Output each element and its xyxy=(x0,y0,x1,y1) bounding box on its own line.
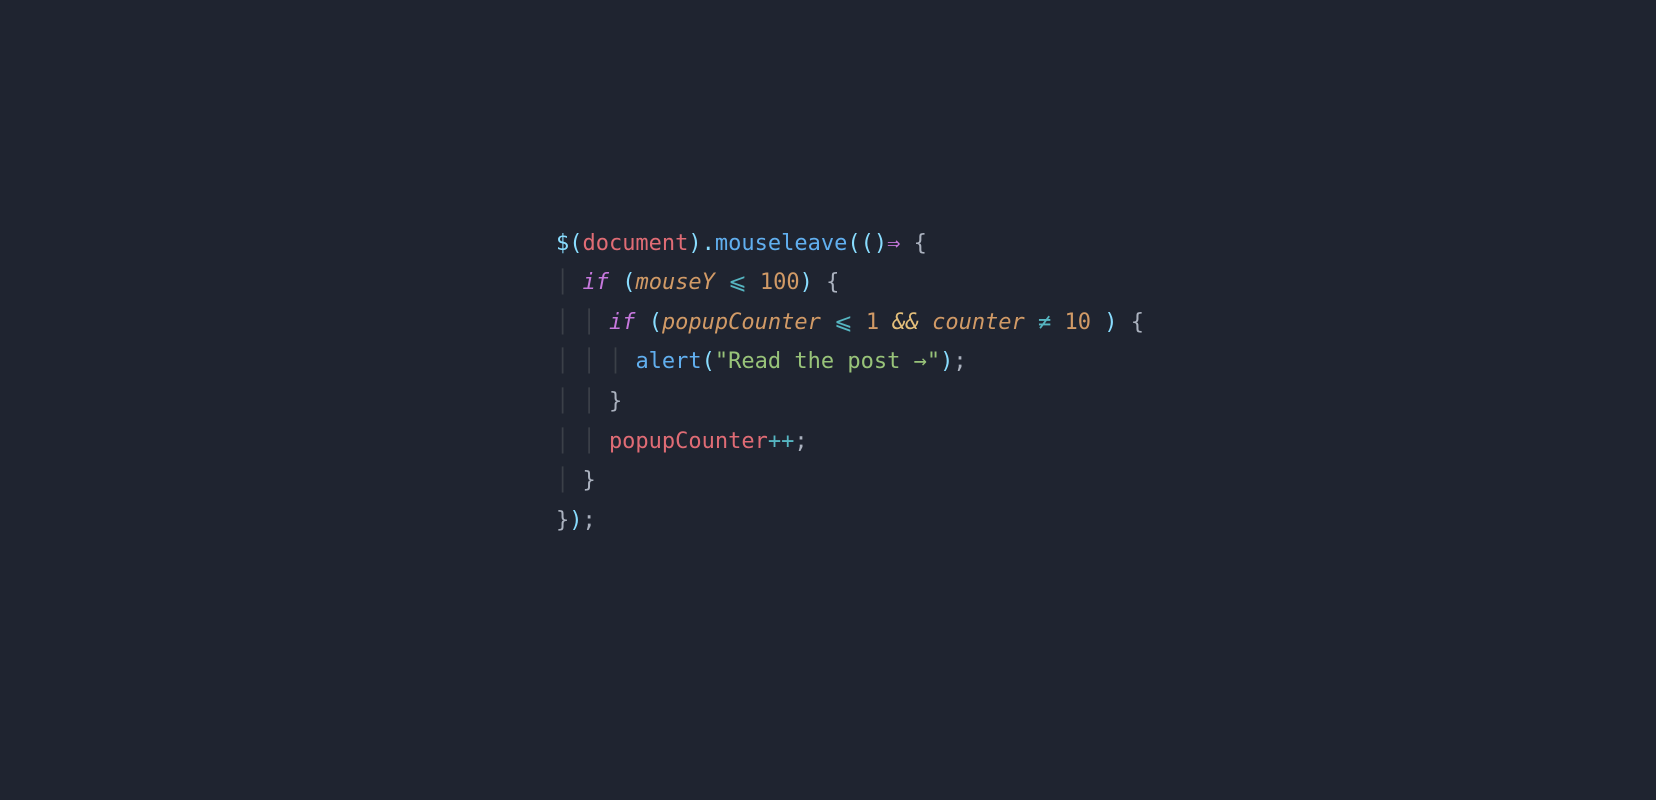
paren-close: ) xyxy=(874,231,887,256)
operator-neq: ≠ xyxy=(1038,310,1051,335)
string-literal: "Read the post →" xyxy=(715,349,940,374)
code-line-5: │ │ } xyxy=(556,389,622,414)
paren-close: ) xyxy=(800,270,813,295)
curly-open: { xyxy=(914,231,927,256)
paren-close: ) xyxy=(1104,310,1117,335)
indent-guide: │ xyxy=(556,468,583,493)
operator-increment: ++ xyxy=(768,429,795,454)
curly-close: } xyxy=(556,508,569,533)
code-line-4: │ │ │ alert("Read the post →"); xyxy=(556,349,967,374)
number-literal: 10 xyxy=(1065,310,1092,335)
function-alert: alert xyxy=(635,349,701,374)
identifier-mouseY: mouseY xyxy=(635,270,714,295)
curly-open: { xyxy=(1131,310,1144,335)
method-mouseleave: mouseleave xyxy=(715,231,847,256)
paren-open: ( xyxy=(861,231,874,256)
paren-open: ( xyxy=(649,310,662,335)
dollar-sign: $ xyxy=(556,231,569,256)
keyword-if: if xyxy=(609,310,636,335)
identifier-counter: counter xyxy=(932,310,1025,335)
indent-guide: │ │ xyxy=(556,310,609,335)
arrow-token: ⇒ xyxy=(887,231,900,256)
number-literal: 1 xyxy=(866,310,879,335)
code-line-7: │ } xyxy=(556,468,596,493)
curly-open: { xyxy=(826,270,839,295)
paren-open: ( xyxy=(847,231,860,256)
identifier-document: document xyxy=(582,231,688,256)
curly-close: } xyxy=(582,468,595,493)
operator-and: && xyxy=(892,310,919,335)
operator-lte: ⩽ xyxy=(834,310,852,335)
paren-open: ( xyxy=(569,231,582,256)
indent-guide: │ xyxy=(556,270,583,295)
paren-open: ( xyxy=(702,349,715,374)
keyword-if: if xyxy=(582,270,609,295)
paren-open: ( xyxy=(622,270,635,295)
identifier-popupCounter: popupCounter xyxy=(662,310,821,335)
paren-close: ) xyxy=(569,508,582,533)
code-snippet: $(document).mouseleave(()⇒ { │ if (mouse… xyxy=(556,224,1144,541)
number-literal: 100 xyxy=(760,270,800,295)
dot: . xyxy=(702,231,715,256)
semicolon: ; xyxy=(582,508,595,533)
paren-close: ) xyxy=(688,231,701,256)
code-line-2: │ if (mouseY ⩽ 100) { xyxy=(556,270,839,295)
code-line-3: │ │ if (popupCounter ⩽ 1 && counter ≠ 10… xyxy=(556,310,1144,335)
indent-guide: │ │ xyxy=(556,429,609,454)
code-line-8: }); xyxy=(556,508,596,533)
identifier-popupCounter: popupCounter xyxy=(609,429,768,454)
indent-guide: │ │ │ xyxy=(556,349,635,374)
semicolon: ; xyxy=(953,349,966,374)
semicolon: ; xyxy=(794,429,807,454)
code-line-1: $(document).mouseleave(()⇒ { xyxy=(556,231,927,256)
indent-guide: │ │ xyxy=(556,389,609,414)
code-line-6: │ │ popupCounter++; xyxy=(556,429,808,454)
operator-lte: ⩽ xyxy=(728,270,746,295)
paren-close: ) xyxy=(940,349,953,374)
curly-close: } xyxy=(609,389,622,414)
